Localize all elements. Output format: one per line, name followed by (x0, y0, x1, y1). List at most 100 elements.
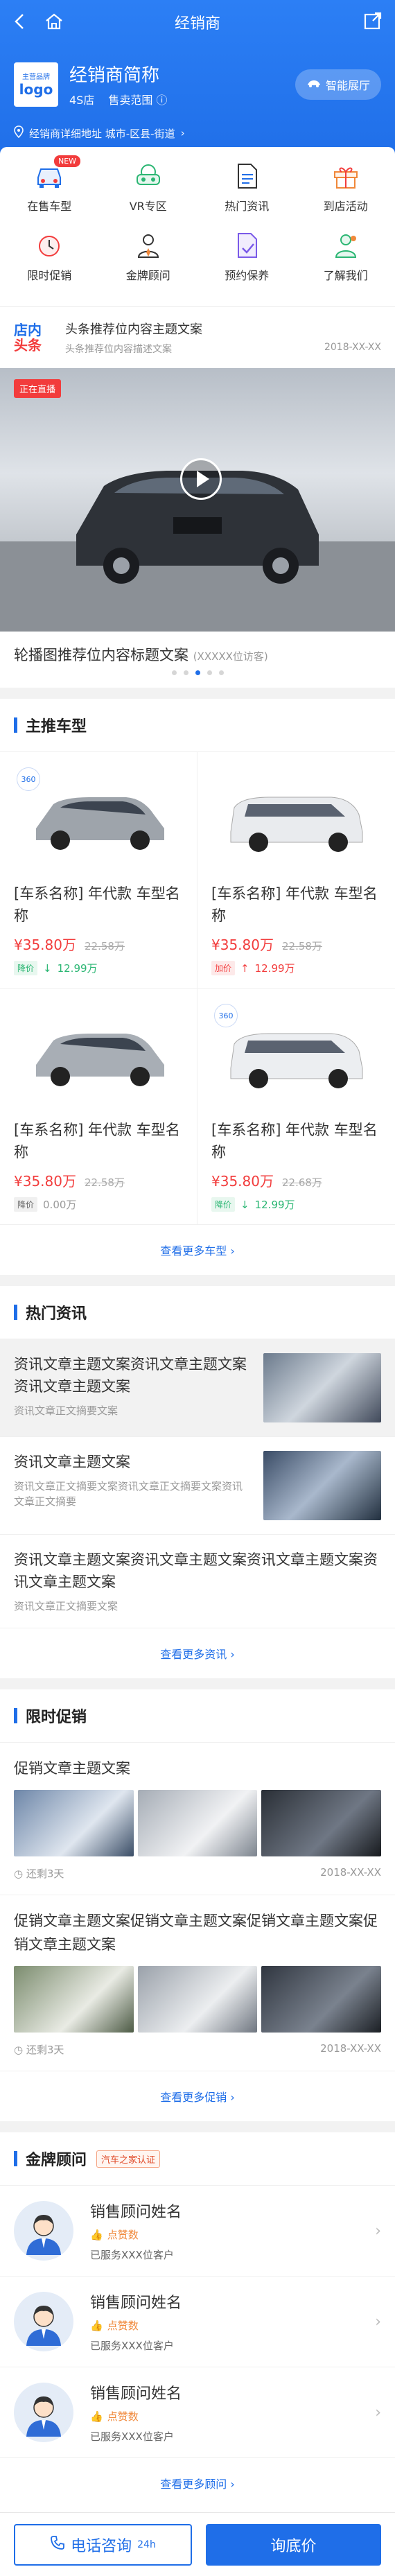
chevron-right-icon: › (230, 1648, 235, 1661)
logo-brand-text: 主营品牌 (22, 73, 50, 81)
car-card[interactable]: [车系名称] 年代款 车型名称 ¥35.80万 22.58万 加价 ↑ 12.9… (198, 752, 395, 989)
down-arrow-icon: ↓ (43, 961, 52, 975)
carousel-dot[interactable] (171, 670, 177, 675)
sales-scope[interactable]: 售卖范围 ⓘ (108, 91, 167, 107)
phone-consult-button[interactable]: 电话咨询 24h (14, 2523, 192, 2566)
section-title: 金牌顾问 (26, 2152, 87, 2169)
top-bar: 经销商 (0, 0, 395, 44)
grid-item-about-us[interactable]: 了解我们 (297, 230, 395, 299)
car-name: [车系名称] 年代款 车型名称 (14, 885, 180, 924)
carousel-dot[interactable] (183, 670, 188, 675)
section-title: 热门资讯 (26, 1305, 87, 1323)
chevron-right-icon: › (375, 2403, 381, 2421)
chevron-right-icon: › (230, 2091, 235, 2104)
share-icon[interactable] (363, 12, 383, 33)
info-icon: ⓘ (156, 94, 168, 107)
advisors-section: 金牌顾问 汽车之家认证 销售顾问姓名 👍 点赞数 已服务XXX位客户 › 销售顾问… (0, 2132, 395, 2572)
promo-item[interactable]: 促销文章主题文案 ◷ 还剩3天 2018-XX-XX (0, 1743, 395, 1895)
play-button[interactable] (180, 458, 222, 500)
grid-item-book-maintenance[interactable]: 预约保养 (198, 230, 297, 299)
dealer-address[interactable]: 经销商详细地址 城市-区县-街道 › (14, 125, 381, 141)
banner-caption[interactable]: 轮播图推荐位内容标题文案 (XXXXX位访客) (0, 632, 395, 670)
logo-text: logo (19, 81, 53, 98)
phone-hours: 24h (137, 2539, 156, 2550)
car-price: ¥35.80万 (14, 1173, 76, 1190)
news-item[interactable]: 资讯文章主题文案 资讯文章正文摘要文案资讯文章正文摘要文案资讯文章正文摘要 (0, 1437, 395, 1535)
advisor-served: 已服务XXX位客户 (90, 2340, 174, 2352)
banner-title: 轮播图推荐位内容标题文案 (14, 647, 188, 663)
advisor-likes: 点赞数 (107, 2410, 139, 2423)
banner-carousel[interactable]: 正在直播 (0, 368, 395, 632)
promo-item[interactable]: 促销文章主题文案促销文章主题文案促销文章主题文案促销文章主题文案 ◷ 还剩3天 … (0, 1895, 395, 2071)
car-card[interactable]: [车系名称] 年代款 车型名称 ¥35.80万 22.58万 降价 0.00万 (0, 989, 198, 1225)
grid-label: 金牌顾问 (125, 269, 170, 282)
car-card[interactable]: 360 [车系名称] 年代款 车型名称 ¥35.80万 22.68万 降价 ↓ … (198, 989, 395, 1225)
ask-price-button[interactable]: 询底价 (206, 2523, 381, 2566)
phone-icon (50, 2535, 65, 2555)
phone-consult-label: 电话咨询 (71, 2537, 132, 2555)
store-headline[interactable]: 店内 头条 头条推荐位内容主题文案 头条推荐位内容描述文案 2018-XX-XX (0, 306, 395, 368)
grid-item-cars-on-sale[interactable]: NEW 在售车型 (0, 155, 99, 230)
car-old-price: 22.68万 (281, 1176, 322, 1189)
carousel-dot-active[interactable] (195, 670, 200, 675)
document-icon (231, 161, 262, 191)
more-label: 查看更多车型 (160, 1244, 227, 1257)
car-old-price: 22.58万 (84, 940, 125, 952)
price-change-value: 12.99万 (254, 1199, 295, 1211)
flash-sale-section: 限时促销 促销文章主题文案 ◷ 还剩3天 2018-XX-XX 促销文章主题文案… (0, 1689, 395, 2121)
grid-item-store-events[interactable]: 到店活动 (297, 161, 395, 230)
section-header: 主推车型 (0, 699, 395, 752)
news-thumbnail (263, 1451, 381, 1520)
more-label: 查看更多资讯 (160, 1648, 227, 1661)
advisor-item[interactable]: 销售顾问姓名 👍 点赞数 已服务XXX位客户 › (0, 2186, 395, 2277)
grid-item-gold-advisor[interactable]: 金牌顾问 (99, 230, 198, 299)
smart-showroom-button[interactable]: 智能展厅 (295, 69, 381, 100)
dealer-logo: 主营品牌 logo (14, 62, 58, 107)
news-item[interactable]: 资讯文章主题文案资讯文章主题文案资讯文章主题文案 资讯文章正文摘要文案 (0, 1339, 395, 1437)
dealer-name: 经销商简称 (69, 65, 160, 86)
news-item[interactable]: 资讯文章主题文案资讯文章主题文案资讯文章主题文案资讯文章主题文案 资讯文章正文摘… (0, 1535, 395, 1628)
headline-subtitle: 头条推荐位内容描述文案 (65, 344, 172, 355)
advisor-avatar (14, 2201, 73, 2261)
new-badge: NEW (54, 155, 81, 167)
more-cars-link[interactable]: 查看更多车型 › (0, 1225, 395, 1275)
more-advisors-link[interactable]: 查看更多顾问 › (0, 2458, 395, 2508)
carousel-dot[interactable] (207, 670, 212, 675)
down-arrow-icon: ↓ (240, 1198, 249, 1211)
gift-icon (331, 161, 361, 191)
up-arrow-icon: ↑ (240, 961, 249, 975)
price-change-value: 12.99万 (254, 962, 295, 975)
car-card[interactable]: 360 [车系名称] 年代款 车型名称 ¥35.80万 22.58万 降价 ↓ … (0, 752, 198, 989)
price-change-value: 0.00万 (43, 1199, 77, 1211)
promo-images (14, 1966, 381, 2033)
location-icon (14, 125, 24, 141)
promo-remaining: ◷ 还剩3天 (14, 2044, 64, 2056)
section-header: 热门资讯 (0, 1286, 395, 1339)
thumbs-up-icon: 👍 (90, 2410, 103, 2423)
grid-item-vr-zone[interactable]: VR专区 (99, 161, 198, 230)
back-icon[interactable] (12, 12, 28, 33)
more-news-link[interactable]: 查看更多资讯 › (0, 1628, 395, 1678)
promo-image (261, 1790, 381, 1856)
clock-icon: ◷ (14, 1868, 26, 1880)
advisor-item[interactable]: 销售顾问姓名 👍 点赞数 已服务XXX位客户 › (0, 2367, 395, 2458)
headline-logo: 店内 头条 (14, 322, 51, 353)
advisor-name: 销售顾问姓名 (90, 2295, 182, 2312)
header: 经销商 主营品牌 logo 经销商简称 4S店 售卖范围 ⓘ 智能展厅 经销商详… (0, 0, 395, 166)
section-title: 主推车型 (26, 718, 87, 736)
grid-item-hot-news[interactable]: 热门资讯 (198, 161, 297, 230)
grid-label: 热门资讯 (225, 200, 270, 213)
promo-image (261, 1966, 381, 2033)
chevron-right-icon: › (230, 1244, 235, 1257)
more-promos-link[interactable]: 查看更多促销 › (0, 2071, 395, 2121)
advisor-item[interactable]: 销售顾问姓名 👍 点赞数 已服务XXX位客户 › (0, 2277, 395, 2367)
promo-date: 2018-XX-XX (320, 2042, 381, 2055)
price-change-value: 12.99万 (57, 962, 98, 975)
price-change-tag: 降价 (211, 1197, 236, 1212)
home-icon[interactable] (44, 12, 64, 33)
headline-title: 头条推荐位内容主题文案 (65, 322, 202, 337)
badge-360: 360 (17, 767, 40, 791)
advisor-icon (133, 230, 164, 261)
carousel-dot[interactable] (218, 670, 224, 675)
grid-item-flash-sale[interactable]: 限时促销 (0, 230, 99, 299)
